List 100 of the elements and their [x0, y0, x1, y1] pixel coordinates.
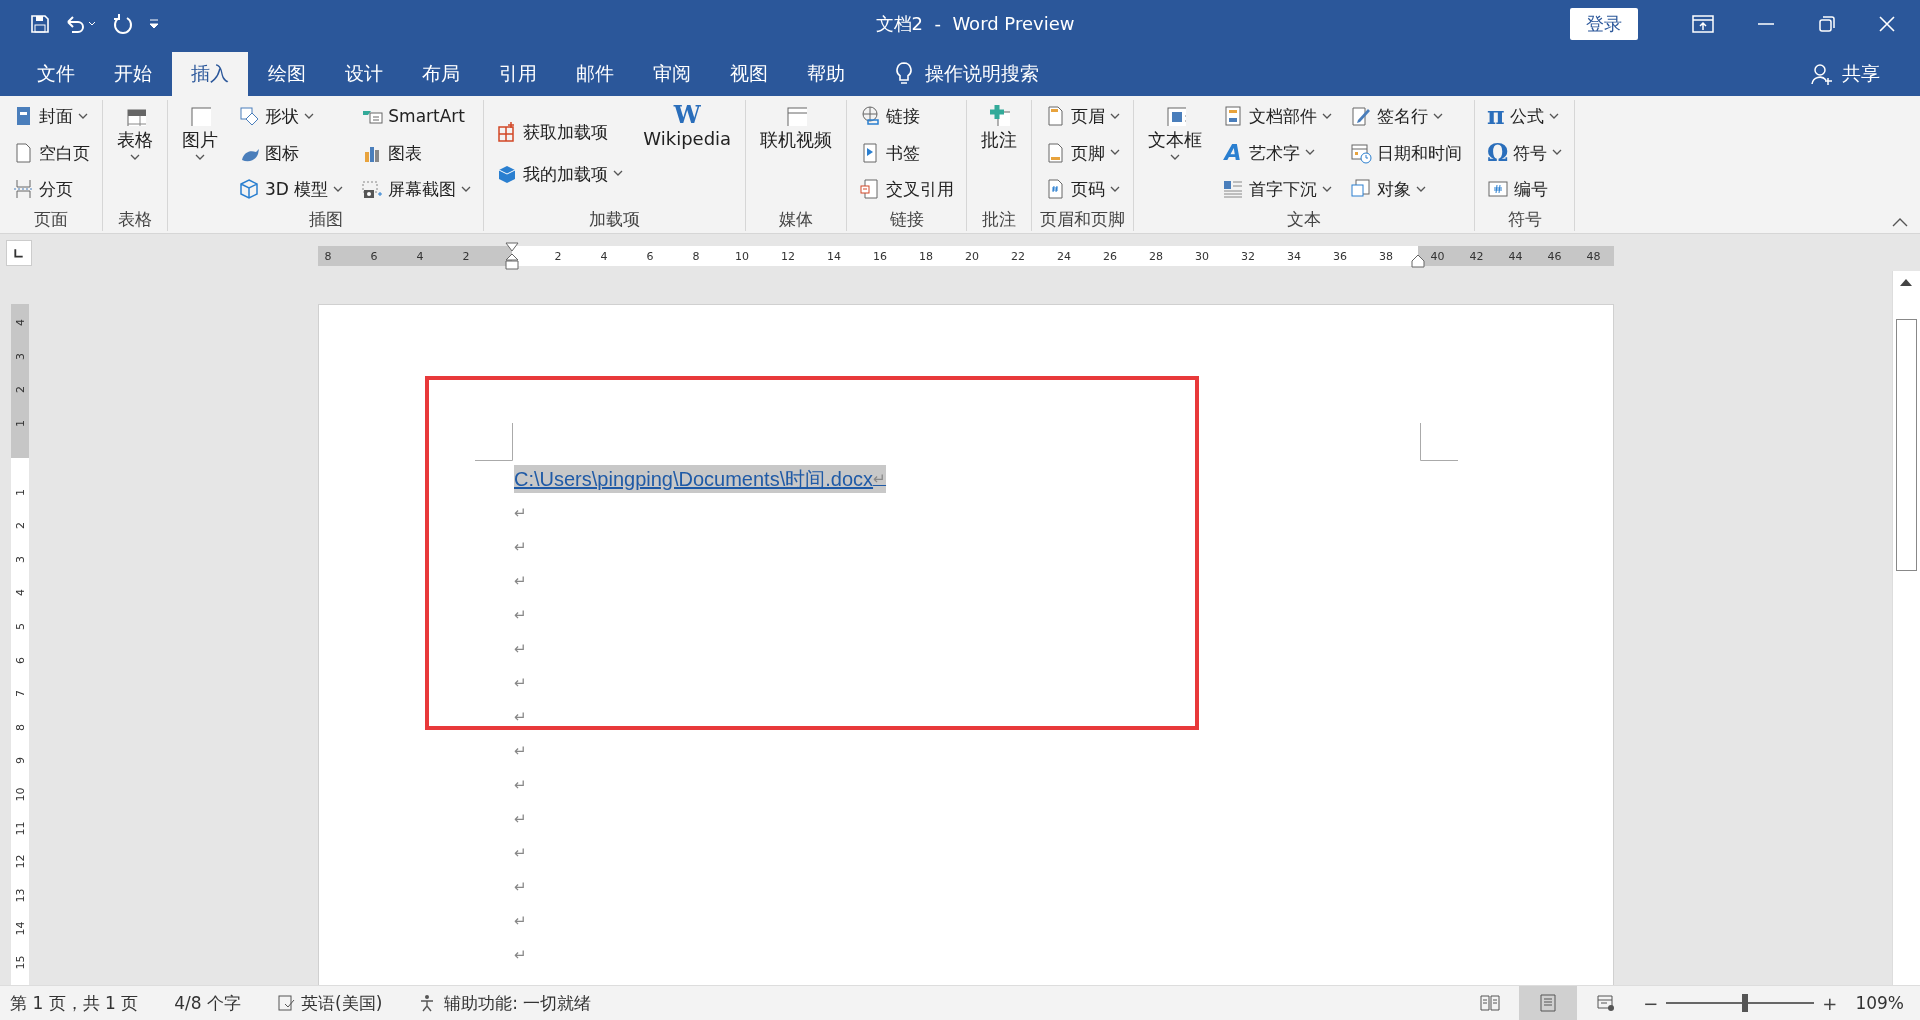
- ribbon-button[interactable]: 编号: [1485, 175, 1565, 203]
- ribbon-button[interactable]: 交叉引用: [857, 175, 957, 203]
- ribbon-button[interactable]: 链接: [857, 102, 957, 130]
- paragraph-mark: ↵: [514, 572, 527, 590]
- ribbon-button[interactable]: SmartArt: [359, 102, 474, 130]
- window-title: 文档2 - Word Preview: [874, 12, 1076, 36]
- paragraph-mark: ↵: [514, 504, 527, 522]
- ruler-number: 3: [13, 555, 27, 563]
- ribbon-button[interactable]: 页眉: [1042, 102, 1123, 130]
- ribbon-tab[interactable]: 开始: [95, 52, 171, 96]
- ribbon-button[interactable]: 书签: [857, 138, 957, 167]
- scroll-thumb[interactable]: [1896, 319, 1917, 571]
- ribbon-tab[interactable]: 布局: [403, 52, 479, 96]
- indent-marker-icon[interactable]: [1411, 254, 1425, 268]
- ribbon-tab[interactable]: 邮件: [557, 52, 633, 96]
- redo-icon[interactable]: [112, 13, 134, 35]
- ribbon-button[interactable]: 文档部件: [1220, 102, 1335, 130]
- ribbon-button[interactable]: 图标: [236, 138, 346, 167]
- ruler-number: 38: [1378, 249, 1394, 263]
- ribbon-display-icon[interactable]: [1692, 15, 1714, 33]
- ruler-number: 48: [1585, 249, 1602, 263]
- scrollbar[interactable]: [1892, 271, 1920, 985]
- scroll-up-icon[interactable]: [1899, 277, 1913, 287]
- hyperlink[interactable]: C:\Users\pingping\Documents\时间.docx↵: [514, 465, 887, 493]
- ribbon-button[interactable]: W Wikipedia: [639, 102, 736, 151]
- ribbon-button[interactable]: 图片: [178, 102, 222, 163]
- drop-cap-icon: [1222, 178, 1245, 200]
- ribbon-button[interactable]: 联机视频: [756, 102, 837, 154]
- ruler-number: 7: [13, 690, 27, 698]
- paragraph-mark: ↵: [514, 640, 527, 658]
- status-item[interactable]: 第 1 页，共 1 页: [0, 991, 149, 1015]
- ribbon-button[interactable]: 页码: [1042, 175, 1123, 203]
- paragraph-mark: ↵: [514, 946, 527, 964]
- picture-icon: [189, 104, 211, 126]
- zoom-in-button[interactable]: +: [1814, 992, 1846, 1014]
- ruler-number: 46: [1546, 249, 1563, 263]
- ribbon-button[interactable]: 文本框: [1144, 102, 1207, 163]
- ribbon-button[interactable]: A 艺术字: [1220, 138, 1335, 167]
- group-label: 页面: [33, 208, 69, 231]
- ribbon-tab[interactable]: 视图: [711, 52, 787, 96]
- ruler-number: 6: [369, 249, 379, 263]
- ribbon-button[interactable]: 页脚: [1042, 138, 1123, 167]
- ribbon-button[interactable]: 空白页: [10, 138, 92, 167]
- read-mode-icon: [1480, 994, 1501, 1012]
- ribbon-tab[interactable]: 设计: [326, 52, 402, 96]
- ribbon-button[interactable]: 获取加载项: [494, 117, 626, 146]
- close-icon[interactable]: [1878, 15, 1896, 33]
- ribbon-tab[interactable]: 绘图: [249, 52, 325, 96]
- ribbon-tab[interactable]: 引用: [480, 52, 556, 96]
- ribbon-button[interactable]: 签名行: [1348, 102, 1465, 130]
- ribbon-button[interactable]: 我的加载项: [494, 159, 626, 188]
- ribbon-button[interactable]: 形状: [236, 102, 346, 130]
- restore-icon[interactable]: [1818, 15, 1836, 33]
- share-button[interactable]: 共享: [1804, 52, 1886, 96]
- crop-mark-icon: [475, 423, 513, 461]
- ribbon-tab[interactable]: 帮助: [788, 52, 864, 96]
- zoom-slider-thumb[interactable]: [1741, 994, 1748, 1012]
- login-button[interactable]: 登录: [1570, 8, 1638, 40]
- ruler-number: 28: [1148, 249, 1164, 263]
- status-item[interactable]: 辅助功能: 一切就绪: [408, 991, 602, 1015]
- status-item[interactable]: 英语(美国): [267, 991, 393, 1015]
- ruler-number: 32: [1240, 249, 1256, 263]
- symbol-glyph: A: [1222, 141, 1243, 164]
- customize-caret-icon[interactable]: [148, 18, 160, 30]
- print-layout-icon: [1538, 994, 1559, 1012]
- paragraph-mark: ↵: [514, 810, 527, 828]
- ribbon-tab[interactable]: 审阅: [634, 52, 710, 96]
- ribbon-button[interactable]: 表格: [113, 102, 157, 163]
- ribbon-button[interactable]: Ω 符号: [1485, 138, 1565, 167]
- zoom-out-button[interactable]: −: [1635, 992, 1667, 1014]
- link-icon: [859, 105, 882, 127]
- text-box-icon: [1164, 104, 1187, 126]
- ribbon-button[interactable]: π 公式: [1485, 102, 1565, 130]
- ruler-number: 2: [461, 249, 471, 263]
- status-item[interactable]: 4/8 个字: [164, 991, 251, 1015]
- ribbon-button[interactable]: 封面: [10, 102, 92, 130]
- camera-icon: [361, 178, 384, 200]
- search-field[interactable]: 操作说明搜索: [925, 61, 1039, 87]
- ribbon-tab[interactable]: 插入: [172, 52, 248, 96]
- group-label: 链接: [888, 208, 925, 231]
- group-label: 表格: [117, 208, 153, 231]
- ribbon-button[interactable]: 图表: [359, 138, 474, 167]
- ruler-number: 8: [13, 723, 27, 731]
- zoom-level[interactable]: 109%: [1845, 993, 1920, 1013]
- ribbon-button[interactable]: 对象: [1348, 175, 1465, 203]
- tab-selector-icon[interactable]: [6, 239, 32, 266]
- group-label: 文本: [1286, 208, 1323, 231]
- ribbon-button[interactable]: 批注: [977, 102, 1022, 154]
- ruler-number: 44: [1507, 249, 1524, 263]
- collapse-ribbon-icon[interactable]: [1892, 217, 1908, 227]
- ribbon-button[interactable]: 屏幕截图: [359, 175, 474, 203]
- paragraph-mark: ↵: [514, 674, 527, 692]
- undo-icon[interactable]: [64, 14, 98, 34]
- ribbon-button[interactable]: 首字下沉: [1220, 175, 1335, 203]
- save-icon[interactable]: [30, 14, 50, 34]
- ribbon-button[interactable]: 分页: [10, 175, 92, 203]
- ribbon-button[interactable]: 日期和时间: [1348, 138, 1465, 167]
- ribbon-tab[interactable]: 文件: [18, 52, 94, 96]
- ruler-number: 6: [645, 249, 655, 263]
- ribbon-button[interactable]: 3D 模型: [236, 175, 346, 203]
